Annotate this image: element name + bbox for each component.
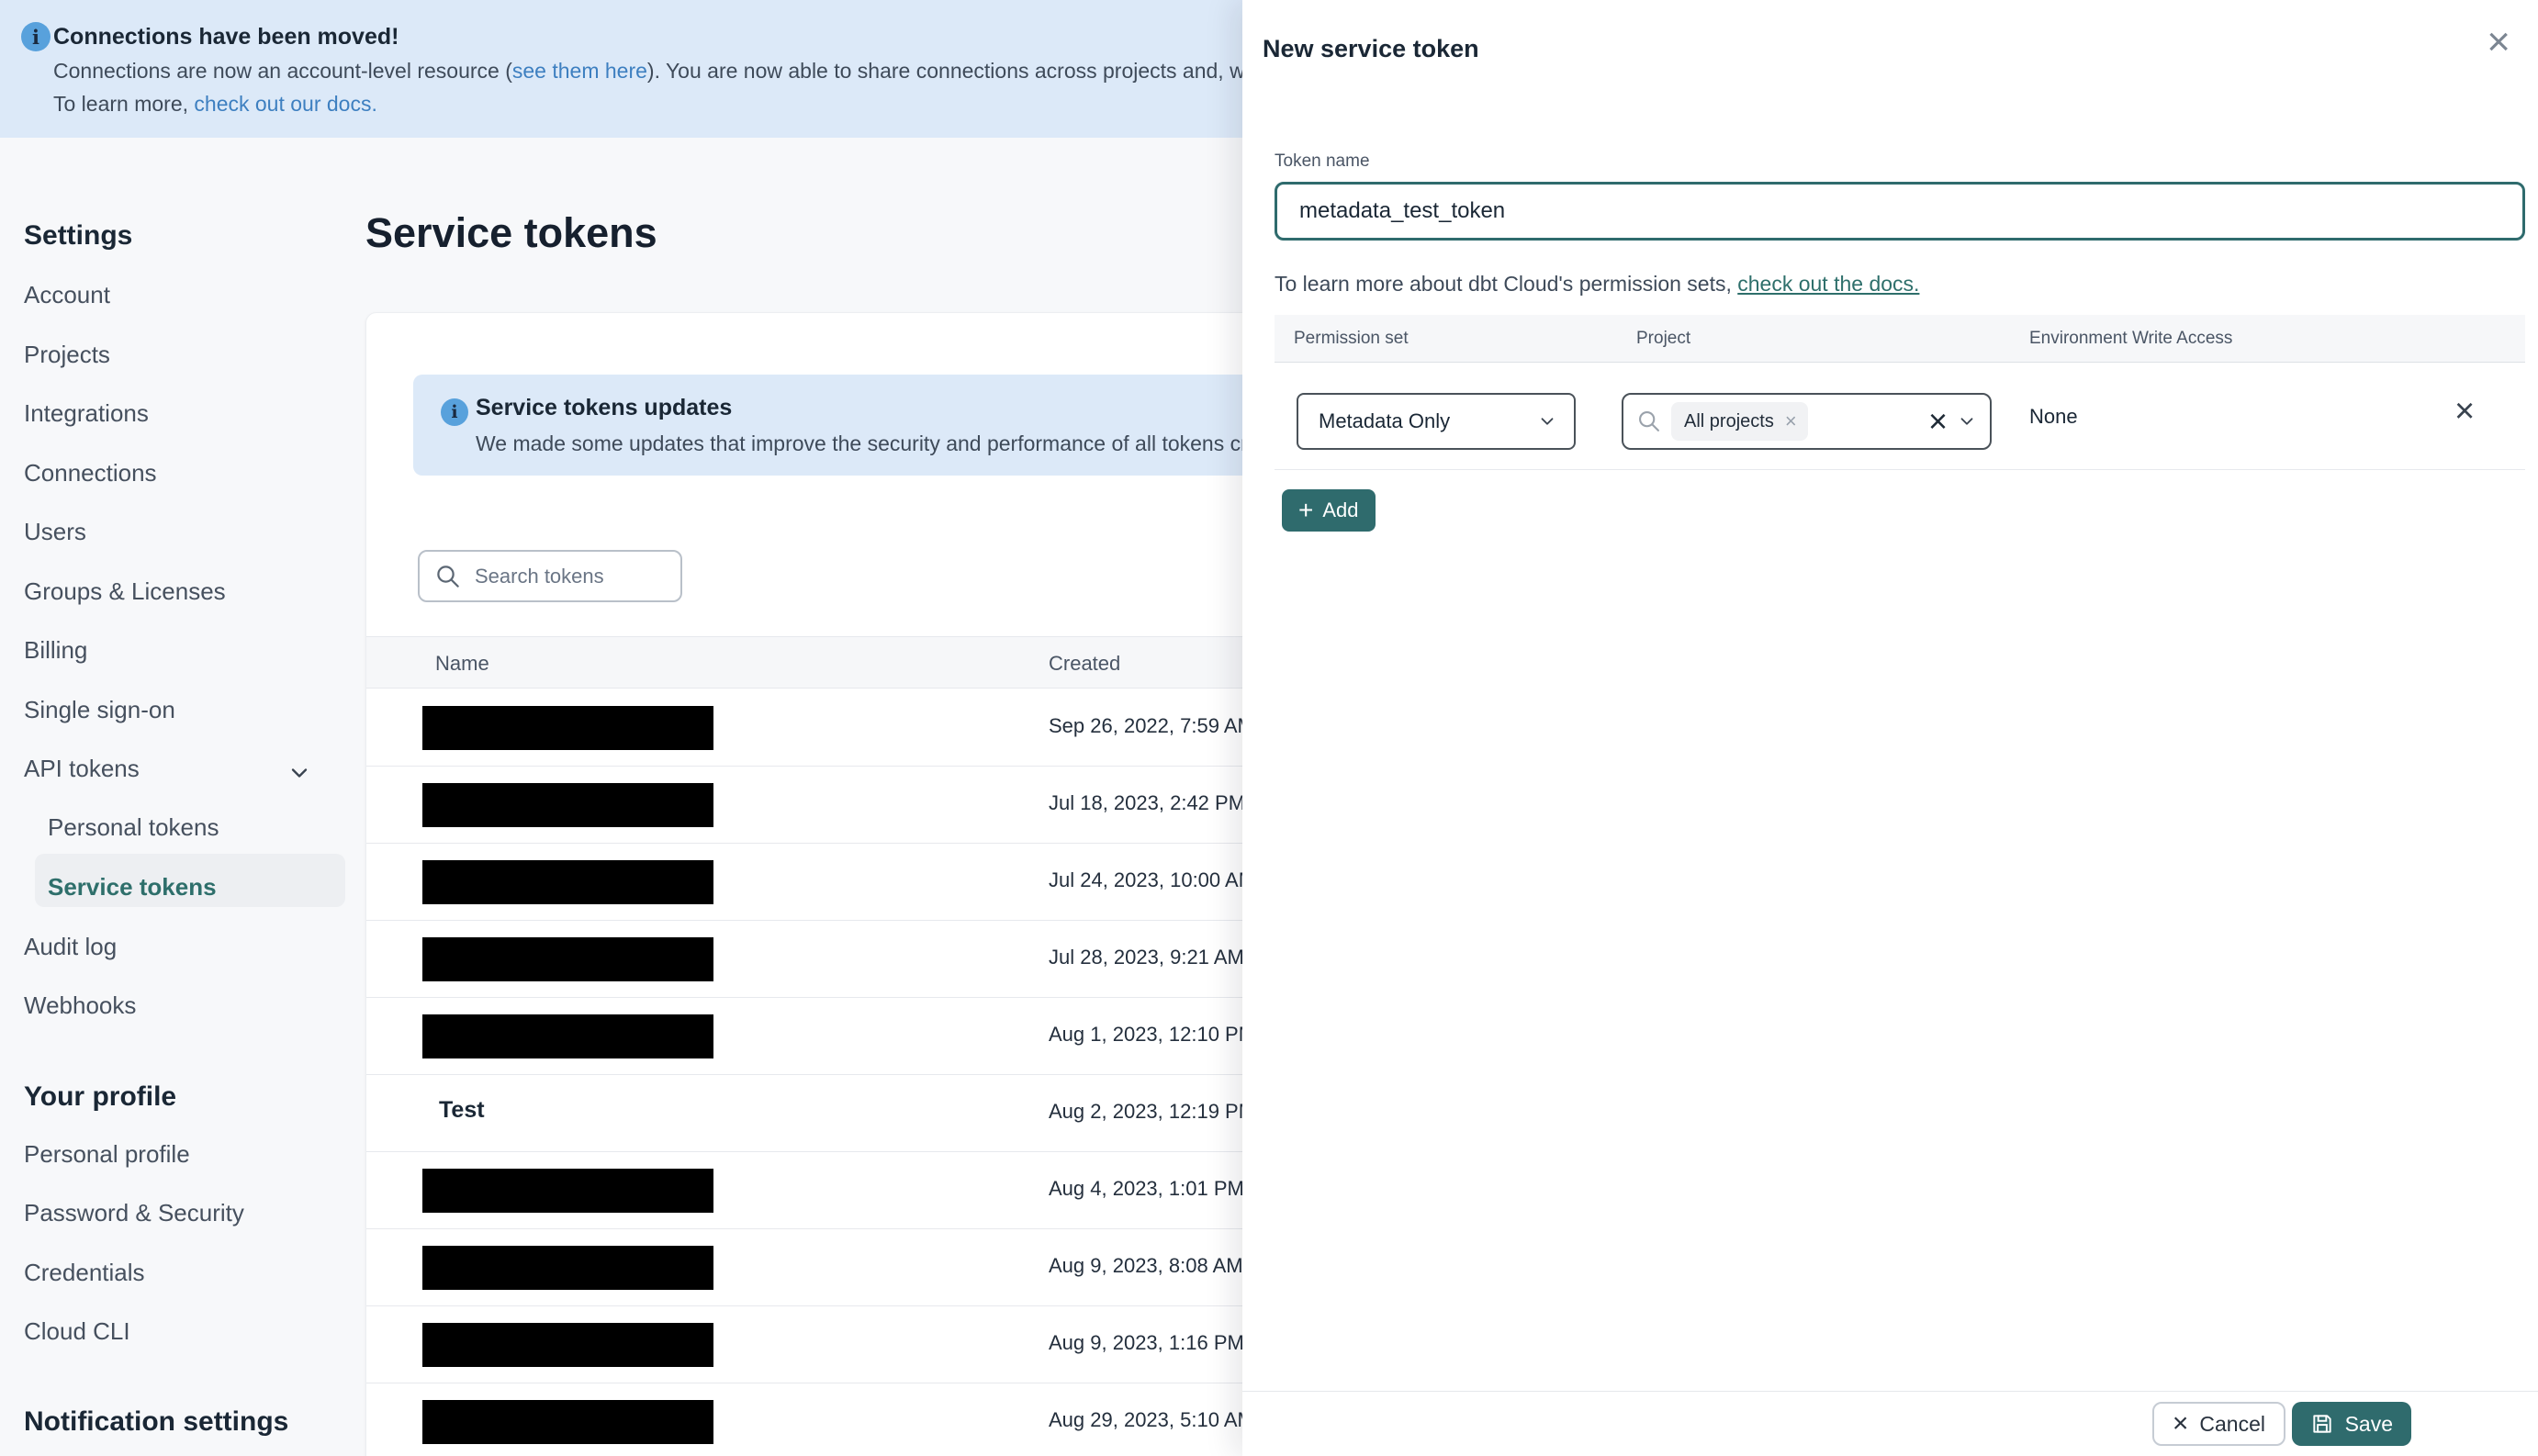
banner-title: Connections have been moved! (53, 24, 399, 50)
token-name-cell: Test (439, 1097, 485, 1123)
redacted-token-name (422, 937, 713, 981)
created-cell: Jul 24, 2023, 10:00 AM (1049, 868, 1256, 891)
column-header-env-write-access: Environment Write Access (2029, 329, 2233, 348)
sidebar-item-audit-log[interactable]: Audit log (24, 933, 117, 961)
panel-title: New service token (1263, 35, 1479, 62)
banner-text: To learn more, (53, 92, 195, 116)
sidebar-item-billing[interactable]: Billing (24, 636, 87, 665)
chip-label: All projects (1684, 410, 1774, 431)
column-header-name: Name (435, 651, 489, 675)
check-out-docs-link[interactable]: check out the docs. (1737, 272, 1919, 296)
sidebar-item-personal-profile[interactable]: Personal profile (24, 1140, 190, 1169)
cancel-button[interactable]: × Cancel (2151, 1402, 2285, 1446)
sidebar-item-groups-licenses[interactable]: Groups & Licenses (24, 577, 226, 606)
notice-body: We made some updates that improve the se… (476, 431, 1301, 455)
search-icon (434, 563, 462, 590)
redacted-token-name (422, 1246, 713, 1290)
sidebar-item-credentials[interactable]: Credentials (24, 1259, 145, 1287)
helper-text: To learn more about dbt Cloud's permissi… (1275, 272, 1738, 296)
permission-helper-text: To learn more about dbt Cloud's permissi… (1275, 272, 1919, 297)
banner-text-line1: Connections are now an account-level res… (53, 59, 1360, 84)
created-cell: Aug 29, 2023, 5:10 AM P (1049, 1408, 1274, 1431)
plus-icon: + (1298, 496, 1314, 524)
save-button-label: Save (2344, 1411, 2393, 1436)
sidebar-item-personal-tokens[interactable]: Personal tokens (48, 813, 219, 842)
redacted-token-name (422, 706, 713, 750)
created-cell: Jul 18, 2023, 2:42 PM P (1049, 791, 1264, 814)
sidebar-item-users[interactable]: Users (24, 518, 86, 546)
app-window: i Connections have been moved! Connectio… (0, 0, 2538, 1456)
created-cell: Aug 1, 2023, 12:10 PM P (1049, 1023, 1275, 1046)
project-multiselect[interactable]: All projects × × (1622, 393, 1992, 450)
search-icon (1636, 409, 1662, 434)
sidebar-item-service-tokens[interactable]: Service tokens (48, 873, 217, 902)
environment-write-access-value: None (2029, 405, 2078, 428)
column-header-project: Project (1636, 329, 1691, 348)
settings-heading: Settings (24, 220, 133, 251)
check-docs-link[interactable]: check out our docs. (194, 92, 376, 116)
clear-selection-icon[interactable]: × (1928, 405, 1948, 438)
info-icon: i (21, 22, 51, 51)
redacted-token-name (422, 1323, 713, 1367)
created-cell: Jul 28, 2023, 9:21 AM P (1049, 946, 1263, 969)
sidebar-item-projects[interactable]: Projects (24, 341, 110, 369)
search-tokens-box[interactable] (418, 550, 682, 602)
token-name-input[interactable] (1275, 182, 2525, 241)
redacted-token-name (422, 860, 713, 904)
notice-title: Service tokens updates (476, 395, 733, 420)
chevron-down-icon[interactable] (1957, 411, 1977, 431)
banner-text: Connections are now an account-level res… (53, 59, 512, 83)
all-projects-chip[interactable]: All projects × (1671, 402, 1808, 441)
sidebar-item-integrations[interactable]: Integrations (24, 399, 149, 428)
sidebar-item-cloud-cli[interactable]: Cloud CLI (24, 1317, 130, 1346)
close-icon[interactable]: × (2487, 22, 2510, 62)
remove-row-icon[interactable]: × (2454, 394, 2475, 429)
redacted-token-name (422, 783, 713, 827)
info-icon: i (441, 398, 468, 426)
token-name-label: Token name (1275, 151, 1370, 171)
redacted-token-name (422, 1169, 713, 1213)
your-profile-heading: Your profile (24, 1081, 177, 1112)
save-icon (2310, 1412, 2334, 1436)
sidebar-item-connections[interactable]: Connections (24, 459, 157, 487)
chevron-down-icon[interactable] (286, 760, 312, 790)
cancel-button-label: Cancel (2199, 1411, 2265, 1436)
page-title: Service tokens (365, 209, 657, 256)
created-cell: Sep 26, 2022, 7:59 AM P (1049, 714, 1274, 737)
banner-text-line2: To learn more, check out our docs. (53, 92, 377, 117)
permission-set-select[interactable]: Metadata Only (1297, 393, 1576, 450)
chevron-down-icon (1537, 411, 1557, 431)
permission-row: Metadata Only All projects × × None × (1275, 363, 2525, 470)
redacted-token-name (422, 1014, 713, 1058)
column-header-permission-set: Permission set (1294, 329, 1409, 348)
panel-footer: × Cancel Save (1242, 1391, 2538, 1456)
close-icon: × (2172, 1408, 2189, 1439)
add-permission-button[interactable]: + Add (1282, 489, 1376, 532)
permission-set-value: Metadata Only (1319, 409, 1451, 432)
see-them-here-link[interactable]: see them here (512, 59, 647, 83)
sidebar-item-label: API tokens (24, 755, 140, 782)
notification-settings-heading: Notification settings (24, 1406, 289, 1437)
sidebar-item-password-security[interactable]: Password & Security (24, 1199, 244, 1227)
created-cell: Aug 2, 2023, 12:19 PM P (1049, 1100, 1275, 1123)
permissions-table-header: Permission set Project Environment Write… (1275, 315, 2525, 363)
add-button-label: Add (1322, 498, 1359, 521)
search-tokens-input[interactable] (475, 564, 666, 588)
new-service-token-panel: New service token × Token name To learn … (1242, 0, 2538, 1456)
remove-chip-icon[interactable]: × (1785, 409, 1797, 433)
sidebar-item-account[interactable]: Account (24, 281, 110, 309)
redacted-token-name (422, 1400, 713, 1444)
sidebar-item-single-sign-on[interactable]: Single sign-on (24, 696, 175, 724)
column-header-created: Created (1049, 651, 1121, 675)
save-button[interactable]: Save (2291, 1402, 2411, 1446)
sidebar-item-webhooks[interactable]: Webhooks (24, 991, 136, 1020)
sidebar-item-api-tokens[interactable]: API tokens (24, 755, 140, 783)
